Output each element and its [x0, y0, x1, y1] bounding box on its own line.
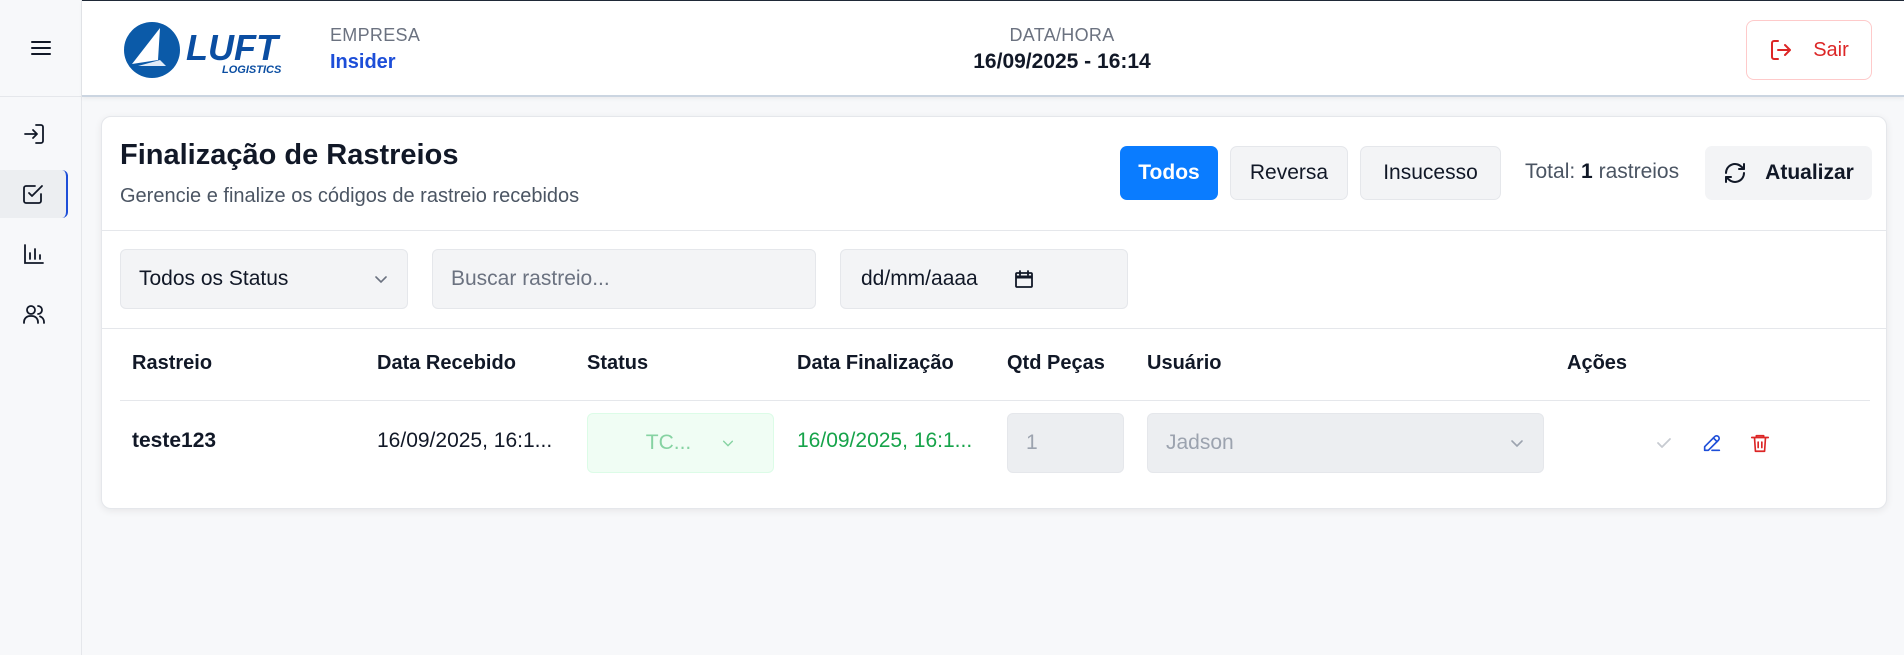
logout-icon — [1771, 40, 1792, 60]
svg-text:LOGISTICS: LOGISTICS — [222, 64, 282, 76]
refresh-icon — [1725, 163, 1746, 183]
status-filter-select[interactable]: Todos os Status — [120, 249, 408, 309]
sidebar — [0, 0, 82, 655]
sidebar-item-relatorios[interactable] — [0, 230, 68, 278]
status-value: TC... — [645, 431, 692, 454]
logout-button[interactable]: Sair — [1746, 20, 1872, 80]
column-header-usuario: Usuário — [1147, 352, 1222, 374]
sidebar-item-entrada[interactable] — [0, 110, 68, 158]
total-count: Total: 1 rastreios — [1525, 160, 1680, 183]
qtd-pecas-value: 1 — [1026, 431, 1038, 454]
column-header-qtd-pecas: Qtd Peças — [1007, 352, 1105, 374]
column-header-status: Status — [587, 352, 649, 374]
top-header: LUFT LOGISTICS EMPRESA Insider DATA/HORA… — [82, 0, 1904, 97]
qtd-pecas-input[interactable]: 1 — [1007, 413, 1124, 473]
pencil-icon — [1703, 435, 1721, 452]
chevron-down-icon — [723, 440, 734, 447]
bar-chart-icon — [24, 244, 44, 264]
date-placeholder: dd/mm/aaaa — [861, 267, 978, 290]
cell-data-finalizacao: 16/09/2025, 16:1... — [797, 429, 973, 452]
divider — [102, 230, 1886, 231]
delete-button[interactable] — [1746, 429, 1774, 457]
menu-toggle-button[interactable] — [0, 0, 82, 97]
users-icon — [23, 305, 45, 324]
page-title: Finalização de Rastreios — [120, 139, 459, 171]
calendar-icon[interactable] — [1014, 269, 1034, 289]
filter-tab-reversa[interactable]: Reversa — [1230, 146, 1348, 200]
svg-text:LUFT: LUFT — [186, 27, 281, 68]
date-filter-input[interactable]: dd/mm/aaaa — [840, 249, 1128, 309]
status-select[interactable]: TC... — [587, 413, 774, 473]
edit-button[interactable] — [1698, 429, 1726, 457]
confirm-button[interactable] — [1650, 429, 1678, 457]
chevron-down-icon — [375, 276, 387, 284]
chevron-down-icon — [1511, 440, 1523, 448]
trash-icon — [1750, 434, 1770, 453]
usuario-select[interactable]: Jadson — [1147, 413, 1544, 473]
table-header-divider — [120, 400, 1870, 401]
status-filter-value: Todos os Status — [139, 267, 289, 290]
empresa-value: Insider — [330, 51, 396, 73]
search-input[interactable] — [432, 249, 816, 309]
cell-data-recebido: 16/09/2025, 16:1... — [377, 429, 553, 452]
empresa-label: EMPRESA — [330, 25, 421, 45]
luft-logo: LUFT LOGISTICS — [122, 20, 312, 80]
cell-rastreio: teste123 — [132, 429, 217, 452]
column-header-data-finalizacao: Data Finalização — [797, 352, 954, 374]
refresh-label: Atualizar — [1765, 161, 1854, 184]
tracking-card: Finalização de Rastreios Gerencie e fina… — [101, 116, 1887, 509]
usuario-value: Jadson — [1166, 431, 1234, 454]
column-header-acoes: Ações — [1567, 352, 1628, 374]
column-header-rastreio: Rastreio — [132, 352, 213, 374]
check-icon — [1657, 438, 1671, 448]
filter-tab-todos[interactable]: Todos — [1120, 146, 1218, 200]
filter-tab-insucesso[interactable]: Insucesso — [1360, 146, 1501, 200]
sidebar-item-usuarios[interactable] — [0, 290, 68, 338]
logout-label: Sair — [1813, 38, 1849, 61]
page-subtitle: Gerencie e finalize os códigos de rastre… — [120, 185, 580, 207]
datahora-value: 16/09/2025 - 16:14 — [973, 50, 1151, 73]
login-icon — [24, 124, 44, 144]
divider — [102, 328, 1886, 329]
sidebar-item-finalizacao[interactable] — [0, 170, 68, 218]
checkbox-icon — [23, 185, 43, 204]
refresh-button[interactable]: Atualizar — [1705, 146, 1872, 200]
datahora-label: DATA/HORA — [1009, 25, 1115, 45]
column-header-data-recebido: Data Recebido — [377, 352, 516, 374]
hamburger-menu-icon — [31, 41, 51, 55]
